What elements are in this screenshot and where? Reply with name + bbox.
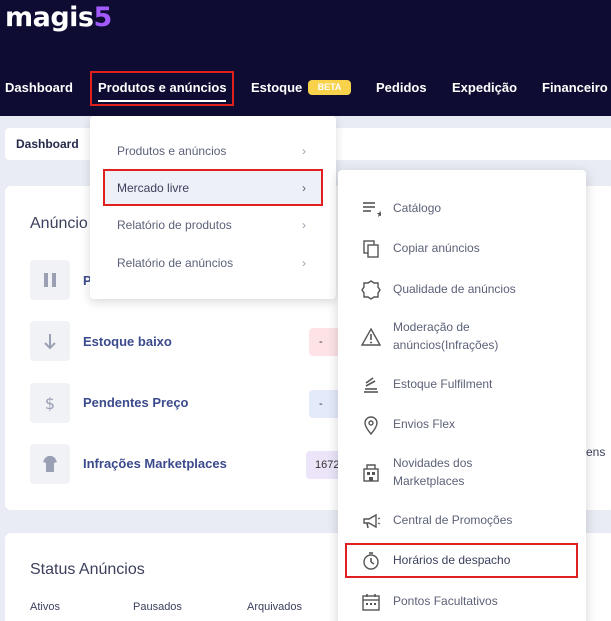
quality-badge-icon	[361, 280, 381, 300]
arrow-down-icon	[30, 321, 70, 361]
nav-expedicao[interactable]: Expedição	[452, 80, 517, 95]
shirt-icon	[30, 444, 70, 484]
megaphone-icon	[363, 513, 381, 529]
store-icon	[363, 464, 379, 482]
beta-badge: BETA	[308, 80, 351, 95]
submenu-item-horarios-despacho[interactable]: Horários de despacho	[393, 551, 510, 569]
submenu-item-copiar-anuncios[interactable]: Copiar anúncios	[393, 239, 480, 257]
menu-item-mercado-livre[interactable]: Mercado livre	[117, 181, 189, 195]
chevron-right-icon: ›	[302, 181, 306, 195]
row-label-infracoes[interactable]: Infrações Marketplaces	[83, 456, 227, 471]
catalog-list-icon: ★	[363, 202, 381, 219]
submenu-item-catalogo[interactable]: Catálogo	[393, 199, 441, 217]
dollar-icon: $	[30, 383, 70, 423]
moderacao-line2: anúncios(Infrações)	[393, 338, 499, 352]
novidades-line1: Novidades dos	[393, 456, 473, 470]
chevron-right-icon: ›	[302, 144, 306, 158]
nav-produtos-anuncios[interactable]: Produtos e anúncios	[98, 80, 227, 95]
svg-text:$: $	[45, 394, 55, 413]
status-col-pausados: Pausados	[133, 601, 182, 613]
row-label-estoque-baixo[interactable]: Estoque baixo	[83, 334, 172, 349]
novidades-line2: Marketplaces	[393, 474, 465, 488]
pause-icon	[30, 260, 70, 300]
calendar-icon	[362, 594, 380, 611]
breadcrumb[interactable]: Dashboard	[16, 137, 79, 151]
side-text: ens	[586, 445, 606, 459]
stack-icon	[364, 377, 378, 393]
submenu-item-moderacao[interactable]: Moderação de anúncios(Infrações)	[393, 318, 498, 354]
submenu-item-qualidade[interactable]: Qualidade de anúncios	[393, 280, 516, 298]
menu-item-relatorio-anuncios[interactable]: Relatório de anúncios	[117, 256, 233, 270]
moderacao-line1: Moderação de	[393, 320, 470, 334]
row-label-pendentes-preco[interactable]: Pendentes Preço	[83, 395, 189, 410]
nav-estoque[interactable]: Estoque	[251, 80, 302, 95]
submenu-item-pontos-facultativos[interactable]: Pontos Facultativos	[393, 592, 498, 610]
location-pin-icon	[364, 416, 378, 435]
submenu-item-central-promocoes[interactable]: Central de Promoções	[393, 511, 512, 529]
menu-item-relatorio-produtos[interactable]: Relatório de produtos	[117, 218, 232, 232]
menu-item-produtos-anuncios[interactable]: Produtos e anúncios	[117, 144, 226, 158]
nav-dashboard[interactable]: Dashboard	[5, 80, 73, 95]
status-anuncios-title: Status Anúncios	[30, 561, 145, 578]
nav-active-underline	[98, 100, 226, 102]
svg-text:★: ★	[376, 210, 381, 219]
nav-pedidos[interactable]: Pedidos	[376, 80, 427, 95]
submenu-item-estoque-fulfilment[interactable]: Estoque Fulfilment	[393, 375, 492, 393]
nav-financeiro[interactable]: Financeiro	[542, 80, 608, 95]
status-col-arquivados: Arquivados	[247, 601, 303, 613]
submenu-item-envios-flex[interactable]: Envios Flex	[393, 415, 455, 433]
status-col-ativos: Ativos	[30, 601, 60, 613]
logo[interactable]: magis5	[5, 2, 112, 33]
warning-icon	[361, 327, 381, 346]
submenu-item-novidades[interactable]: Novidades dos Marketplaces	[393, 454, 472, 490]
chevron-right-icon: ›	[302, 218, 306, 232]
chevron-right-icon: ›	[302, 256, 306, 270]
anuncios-card-title: Anúncio	[30, 215, 88, 232]
copy-icon	[363, 240, 379, 258]
timer-icon	[363, 552, 379, 570]
